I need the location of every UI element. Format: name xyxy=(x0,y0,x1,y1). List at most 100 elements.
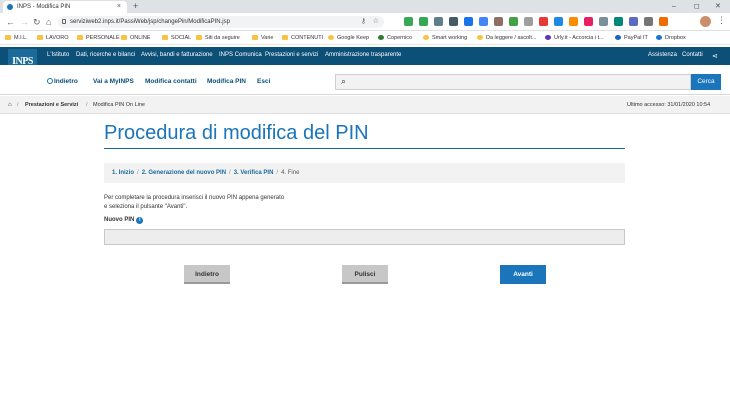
folder-icon xyxy=(423,35,429,40)
bookmark-item[interactable]: Da leggere / ascolt... xyxy=(477,34,536,42)
folder-icon xyxy=(477,35,483,40)
topnav-avvisi[interactable]: Avvisi, bandi e fatturazione xyxy=(141,52,213,58)
bookmark-label: ONLINE xyxy=(130,35,151,41)
next-button[interactable]: Avanti xyxy=(500,265,546,284)
profile-avatar[interactable] xyxy=(700,16,711,27)
title-divider xyxy=(104,148,625,149)
back-arrow-icon[interactable]: ← xyxy=(6,15,15,29)
step-separator: / xyxy=(137,170,139,176)
extension-icon[interactable] xyxy=(449,17,458,26)
reload-icon[interactable]: ↻ xyxy=(33,15,41,29)
new-tab-icon[interactable]: + xyxy=(133,0,138,13)
bookmark-item[interactable]: ONLINE xyxy=(121,34,150,42)
info-icon[interactable]: i xyxy=(136,217,144,224)
share-icon[interactable]: ⋖ xyxy=(712,52,718,60)
topnav-istituto[interactable]: L'Istituto xyxy=(47,52,69,58)
folder-icon xyxy=(252,35,258,40)
bookmark-item[interactable]: PayPal IT xyxy=(615,34,648,42)
extension-icon[interactable] xyxy=(629,17,638,26)
step-verifica: 3. Verifica PIN xyxy=(233,170,274,176)
bookmark-item[interactable]: Siti da seguire xyxy=(196,34,240,42)
step-separator: / xyxy=(276,170,279,176)
bookmark-label: Smart working xyxy=(432,35,468,41)
bookmark-label: M.I.L. xyxy=(14,35,28,41)
bookmark-item[interactable]: Varie xyxy=(252,34,273,42)
home-icon[interactable]: ⌂ xyxy=(8,102,12,108)
extension-icon[interactable] xyxy=(599,17,608,26)
breadcrumb: ⌂ / Prestazioni e Servizi / Modifica PIN… xyxy=(0,96,730,114)
extension-icon[interactable] xyxy=(539,17,548,26)
extension-icon[interactable] xyxy=(569,17,578,26)
folder-icon xyxy=(77,35,83,40)
bookmark-item[interactable]: CONTENUTI xyxy=(282,34,323,42)
key-icon[interactable]: ⚷ xyxy=(361,16,366,28)
bookmark-label: LAVORO xyxy=(46,35,69,41)
bookmark-item[interactable]: M.I.L. xyxy=(5,34,28,42)
bookmarks-bar: M.I.L. LAVORO PERSONALE ONLINE SOCIAL Siti da… xyxy=(0,31,730,45)
bookmark-item[interactable]: Dropbox xyxy=(656,34,686,42)
extension-icon[interactable] xyxy=(659,17,668,26)
search-input[interactable]: ⌕ xyxy=(335,74,691,90)
extension-icon[interactable] xyxy=(494,17,503,26)
extension-icon[interactable] xyxy=(464,17,473,26)
nav-modifica-contatti[interactable]: Modifica contatti xyxy=(145,78,197,85)
address-bar: ← → ↻ ⌂ serviziweb2.inps.it/PassiWeb/jsp… xyxy=(0,13,730,31)
extension-icon[interactable] xyxy=(509,17,518,26)
breadcrumb-prestazioni[interactable]: Prestazioni e Servizi xyxy=(25,102,78,108)
extension-icon[interactable] xyxy=(614,17,623,26)
assistenza-link[interactable]: Assistenza xyxy=(648,52,677,58)
topnav-dati[interactable]: Dati, ricerche e bilanci xyxy=(76,52,135,58)
bookmark-item[interactable]: Copernico xyxy=(378,34,412,42)
bookmark-item[interactable]: PERSONALE xyxy=(77,34,120,42)
bookmark-item[interactable]: Smart working xyxy=(423,34,467,42)
bookmark-item[interactable]: LAVORO xyxy=(37,34,69,42)
new-pin-input[interactable] xyxy=(104,229,625,245)
nav-esci[interactable]: Esci xyxy=(257,78,270,85)
tab-title: INPS - Modifica PIN xyxy=(17,4,71,10)
bookmark-item[interactable]: SOCIAL xyxy=(162,34,191,42)
step-inizio: 1. Inizio xyxy=(112,170,135,176)
extension-icon[interactable] xyxy=(524,17,533,26)
browser-tab[interactable]: INPS - Modifica PIN × xyxy=(3,1,127,13)
step-indicator: 1. Inizio/2. Generazione del nuovo PIN/3… xyxy=(104,163,625,183)
nav-modifica-pin[interactable]: Modifica PIN xyxy=(207,78,246,85)
home-browser-icon[interactable]: ⌂ xyxy=(46,15,51,29)
search-icon: ⌕ xyxy=(341,76,347,86)
extension-icon[interactable] xyxy=(404,17,413,26)
forward-arrow-icon[interactable]: → xyxy=(20,15,29,29)
bookmark-favicon-icon xyxy=(378,35,384,40)
url-input[interactable]: serviziweb2.inps.it/PassiWeb/jsp/changeP… xyxy=(58,16,384,28)
extension-icon[interactable] xyxy=(434,17,443,26)
minimize-icon[interactable]: – xyxy=(672,0,676,13)
step-fine: 4. Fine xyxy=(281,170,300,176)
bookmark-favicon-icon xyxy=(615,35,621,40)
extension-icon[interactable] xyxy=(419,17,428,26)
bookmark-item[interactable]: Urly.it - Accorcia i t... xyxy=(545,34,604,42)
clear-button[interactable]: Pulisci xyxy=(342,265,388,284)
extension-icon[interactable] xyxy=(479,17,488,26)
extension-icon[interactable] xyxy=(584,17,593,26)
close-window-icon[interactable]: ✕ xyxy=(715,0,721,13)
topnav-prestazioni[interactable]: Prestazioni e servizi xyxy=(265,52,318,58)
extension-icon[interactable] xyxy=(644,17,653,26)
nav-myinps[interactable]: Vai a MyINPS xyxy=(93,78,134,85)
url-text: serviziweb2.inps.it/PassiWeb/jsp/changeP… xyxy=(70,19,230,25)
pin-label-text: Nuovo PIN xyxy=(104,217,135,223)
back-link[interactable]: Indietro xyxy=(47,78,78,85)
menu-dots-icon[interactable]: ⋮ xyxy=(717,15,726,26)
bookmark-favicon-icon xyxy=(328,35,334,40)
topnav-trasparente[interactable]: Amministrazione trasparente xyxy=(325,52,401,58)
breadcrumb-separator: / xyxy=(86,102,88,108)
tab-close-icon[interactable]: × xyxy=(117,1,121,13)
back-circle-icon xyxy=(47,78,53,84)
extension-icon[interactable] xyxy=(554,17,563,26)
search-button[interactable]: Cerca xyxy=(691,74,721,90)
bookmark-label: Siti da seguire xyxy=(205,35,240,41)
back-button[interactable]: Indietro xyxy=(184,265,230,284)
bookmark-item[interactable]: Google Keep xyxy=(328,34,369,42)
maximize-icon[interactable]: ◻ xyxy=(694,0,700,13)
contatti-link[interactable]: Contatti xyxy=(682,52,703,58)
extensions-toolbar xyxy=(404,17,668,27)
star-icon[interactable]: ☆ xyxy=(373,16,379,28)
topnav-comunica[interactable]: INPS Comunica xyxy=(219,52,262,58)
